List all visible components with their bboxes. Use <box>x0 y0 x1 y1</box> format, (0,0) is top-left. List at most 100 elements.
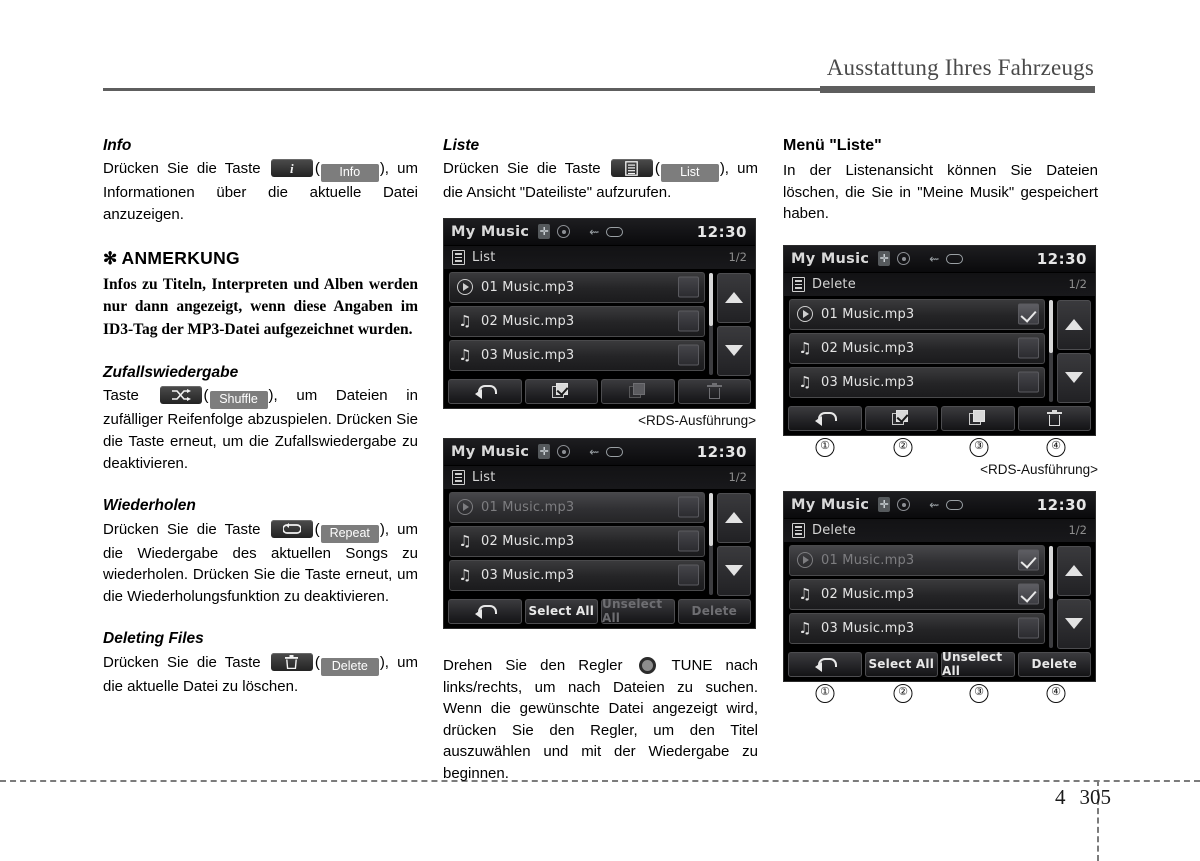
row-checkbox[interactable] <box>1018 303 1039 325</box>
device-screenshot-delete-a: My Music ✛ ⇜ 12:30 Delete 1/2 01 Music.m… <box>783 244 1096 436</box>
back-button[interactable] <box>788 651 862 677</box>
source-name: My Music <box>451 223 530 240</box>
tune-knob-icon <box>638 656 656 674</box>
chevron-up-icon <box>725 512 743 524</box>
chevron-up-icon <box>1065 565 1083 577</box>
callout-3: ③ <box>969 437 989 457</box>
music-note-icon: ♫ <box>798 372 812 391</box>
list-item[interactable]: ♫ 02 Music.mp3 <box>789 578 1045 610</box>
list-item[interactable]: 01 Music.mp3 <box>789 544 1045 576</box>
list-item[interactable]: 01 Music.mp3 <box>449 491 705 523</box>
row-checkbox[interactable] <box>1018 371 1039 393</box>
scrollbar[interactable] <box>709 272 713 375</box>
file-name: 03 Music.mp3 <box>481 567 575 583</box>
list-item[interactable]: ♫ 03 Music.mp3 <box>789 612 1045 644</box>
play-circle-icon <box>457 499 473 516</box>
folio-number: 305 <box>1079 785 1112 809</box>
file-list: 01 Music.mp3 ♫ 02 Music.mp3 ♫ 03 Music.m… <box>444 489 755 597</box>
callout-1: ① <box>815 437 835 457</box>
back-button[interactable] <box>448 378 522 404</box>
back-arrow-icon <box>814 657 837 672</box>
shuffle-button-label: Shuffle <box>209 391 268 410</box>
delete-button[interactable] <box>1017 405 1091 431</box>
info-button-label: Info <box>320 164 379 183</box>
row-checkbox[interactable] <box>1018 337 1039 359</box>
heading-liste: Liste <box>443 137 480 154</box>
row-checkbox[interactable] <box>678 310 699 332</box>
delete-button[interactable]: Delete <box>677 598 751 624</box>
screen-footer-bar <box>784 403 1095 435</box>
row-checkbox[interactable] <box>678 530 699 552</box>
music-note-icon: ♫ <box>458 565 472 584</box>
delete-button[interactable]: Delete <box>1017 651 1091 677</box>
callout-3: ③ <box>969 683 989 703</box>
scroll-down-button[interactable] <box>1057 352 1091 403</box>
usb-icon: ⇜ <box>589 444 600 459</box>
note-body: Infos zu Titeln, Interpreten und Alben w… <box>103 275 418 338</box>
select-all-button[interactable]: Select All <box>864 651 938 677</box>
row-checkbox[interactable] <box>678 496 699 518</box>
file-name: 03 Music.mp3 <box>481 347 575 363</box>
back-button[interactable] <box>448 598 522 624</box>
status-bar: My Music ✛ ⇜ 12:30 <box>784 245 1095 272</box>
music-note-icon: ♫ <box>798 618 812 637</box>
list-item[interactable]: ♫ 03 Music.mp3 <box>789 366 1045 398</box>
scroll-up-button[interactable] <box>1057 299 1091 350</box>
unselect-all-button[interactable] <box>941 405 1015 431</box>
list-item[interactable]: ♫ 02 Music.mp3 <box>449 305 705 337</box>
chevron-down-icon <box>1065 372 1083 384</box>
back-button[interactable] <box>788 405 862 431</box>
select-all-button[interactable] <box>864 405 938 431</box>
list-item[interactable]: ♫ 03 Music.mp3 <box>449 559 705 591</box>
screen-footer-bar <box>444 376 755 408</box>
row-checkbox[interactable] <box>678 344 699 366</box>
chevron-up-icon <box>1065 319 1083 331</box>
chevron-up-icon <box>725 292 743 304</box>
list-item[interactable]: 01 Music.mp3 <box>789 298 1045 330</box>
select-all-button[interactable]: Select All <box>524 598 598 624</box>
scrollbar[interactable] <box>1049 545 1053 648</box>
screen-title: Delete <box>812 522 856 538</box>
scroll-down-button[interactable] <box>1057 598 1091 649</box>
file-name: 03 Music.mp3 <box>821 620 915 636</box>
list-item[interactable]: 01 Music.mp3 <box>449 271 705 303</box>
scrollbar[interactable] <box>1049 299 1053 402</box>
row-checkbox[interactable] <box>1018 617 1039 639</box>
unselect-all-button[interactable] <box>601 378 675 404</box>
trash-icon <box>706 383 722 400</box>
list-item[interactable]: ♫ 02 Music.mp3 <box>449 525 705 557</box>
delete-button[interactable] <box>677 378 751 404</box>
aux-icon <box>606 226 624 237</box>
row-checkbox[interactable] <box>678 564 699 586</box>
back-arrow-icon <box>814 411 837 426</box>
clock: 12:30 <box>1036 249 1087 268</box>
row-checkbox[interactable] <box>1018 549 1039 571</box>
paragraph-tune: Drehen Sie den Regler TUNE nach links/re… <box>443 655 758 785</box>
page-title: Ausstattung Ihres Fahrzeugs <box>826 55 1094 80</box>
unselect-all-button[interactable]: Unselect All <box>601 597 675 625</box>
status-icon-group: ✛ ⇜ <box>538 224 624 240</box>
chevron-down-icon <box>725 565 743 577</box>
paragraph-deleting-files: Drücken Sie die Taste (Delete), um die a… <box>103 652 418 695</box>
row-checkbox[interactable] <box>1018 583 1039 605</box>
clock: 12:30 <box>1036 495 1087 514</box>
scrollbar[interactable] <box>709 492 713 595</box>
unselect-all-button[interactable]: Unselect All <box>941 650 1015 678</box>
select-all-button[interactable] <box>524 378 598 404</box>
callout-row-delete-a: ① ② ③ ④ <box>783 437 1096 460</box>
list-doc-icon <box>452 249 465 265</box>
file-name: 02 Music.mp3 <box>481 313 575 329</box>
list-item[interactable]: ♫ 02 Music.mp3 <box>789 332 1045 364</box>
scroll-up-button[interactable] <box>717 272 751 323</box>
paragraph-menu-liste: In der Listenansicht können Sie Dateien … <box>783 162 1098 223</box>
row-checkbox[interactable] <box>678 276 699 298</box>
scroll-down-button[interactable] <box>717 545 751 596</box>
paragraph-info: Drücken Sie die Taste i(Info), um Inform… <box>103 159 418 223</box>
list-button-label: List <box>660 164 719 183</box>
left-column: Info Drücken Sie die Taste i(Info), um I… <box>103 136 418 697</box>
scroll-up-button[interactable] <box>717 492 751 543</box>
scroll-up-button[interactable] <box>1057 545 1091 596</box>
scroll-down-button[interactable] <box>717 325 751 376</box>
unselect-sheet-icon <box>628 383 647 399</box>
list-item[interactable]: ♫ 03 Music.mp3 <box>449 339 705 371</box>
